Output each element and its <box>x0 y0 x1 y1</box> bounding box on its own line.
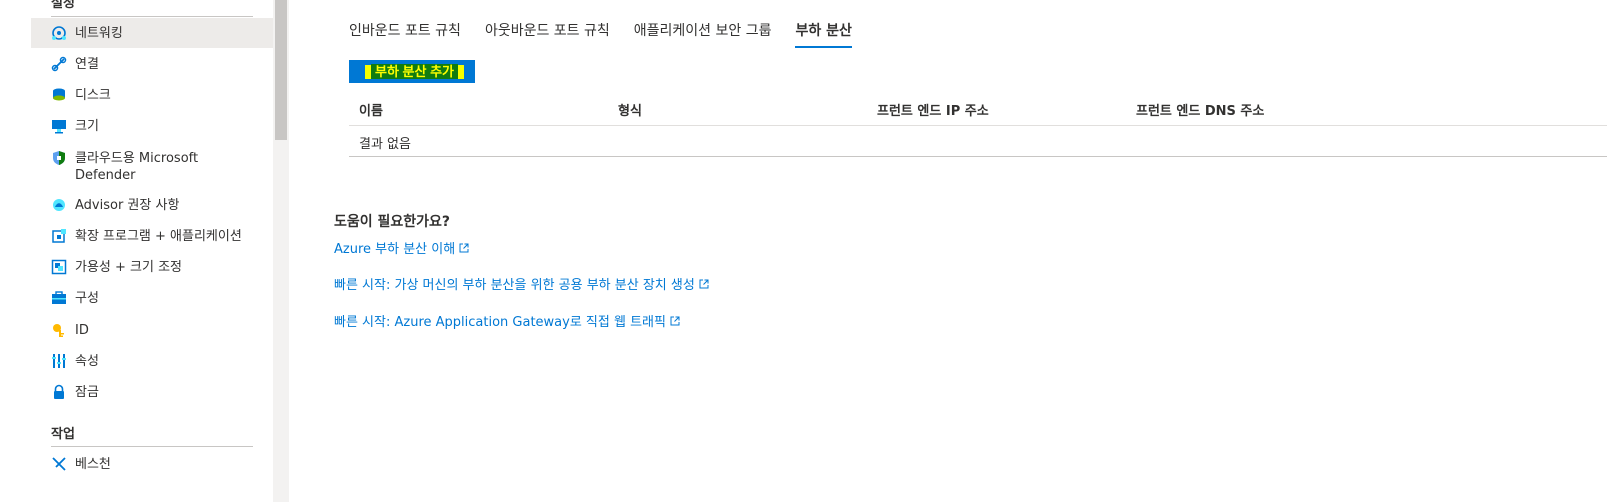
section-heading-operations: 작업 <box>51 427 75 442</box>
main-content: 인바운드 포트 규칙 아웃바운드 포트 규칙 애플리케이션 보안 그룹 부하 분… <box>289 0 1607 502</box>
sidebar-item-defender[interactable]: 클라우드용 Microsoft Defender <box>31 142 273 190</box>
section-heading-settings: 설정 <box>51 0 75 11</box>
help-title: 도움이 필요한가요? <box>334 214 451 230</box>
identity-icon <box>51 322 67 338</box>
tab-outbound-rules[interactable]: 아웃바운드 포트 규칙 <box>485 20 610 48</box>
sidebar-item-label: Advisor 권장 사항 <box>75 198 180 213</box>
sidebar-item-label: 연결 <box>75 57 99 72</box>
highlight-mark: 부하 분산 추가 <box>365 63 464 79</box>
help-link-understand-lb[interactable]: Azure 부하 분산 이해 <box>334 238 469 257</box>
help-link-public-lb-quickstart[interactable]: 빠른 시작: 가상 머신의 부하 분산을 위한 공용 부하 분산 장치 생성 <box>334 274 709 293</box>
sidebar-item-advisor[interactable]: Advisor 권장 사항 <box>31 190 273 220</box>
left-gutter <box>0 0 31 502</box>
table-row: 결과 없음 <box>349 126 1607 157</box>
column-header-type[interactable]: 형식 <box>618 100 642 119</box>
configuration-icon <box>51 290 67 306</box>
tab-bar: 인바운드 포트 규칙 아웃바운드 포트 규칙 애플리케이션 보안 그룹 부하 분… <box>349 20 852 48</box>
help-link-text: 빠른 시작: Azure Application Gateway로 직접 웹 트… <box>334 315 666 330</box>
sidebar-item-extensions[interactable]: 확장 프로그램 + 애플리케이션 <box>31 221 273 251</box>
tab-load-balancing[interactable]: 부하 분산 <box>795 20 852 48</box>
sidebar-item-label: 디스크 <box>75 88 111 103</box>
sidebar-item-identity[interactable]: ID <box>31 315 273 345</box>
empty-results-text: 결과 없음 <box>359 137 411 152</box>
sidebar-item-connect[interactable]: 연결 <box>31 49 273 79</box>
resource-menu: 설정 네트워킹 연결 디스크 크기 클라우드용 Microsoft Defende… <box>31 0 273 502</box>
availability-icon <box>51 259 67 275</box>
column-header-frontend-dns[interactable]: 프런트 엔드 DNS 주소 <box>1136 100 1264 119</box>
help-link-app-gateway-quickstart[interactable]: 빠른 시작: Azure Application Gateway로 직접 웹 트… <box>334 311 680 330</box>
advisor-icon <box>51 197 67 213</box>
sidebar-item-bastion[interactable]: 베스천 <box>31 449 273 479</box>
sidebar-item-label: ID <box>75 323 89 338</box>
section-divider <box>51 16 253 17</box>
sidebar-scrollbar[interactable] <box>273 0 289 502</box>
lock-icon <box>51 384 67 400</box>
external-link-icon <box>670 316 680 325</box>
extensions-icon <box>51 228 67 244</box>
sidebar-item-label: 속성 <box>75 354 99 369</box>
sidebar-item-disks[interactable]: 디스크 <box>31 80 273 110</box>
column-header-frontend-ip[interactable]: 프런트 엔드 IP 주소 <box>877 100 989 119</box>
networking-icon <box>51 25 67 41</box>
sidebar-item-size[interactable]: 크기 <box>31 111 273 141</box>
sidebar-item-label: 확장 프로그램 + 애플리케이션 <box>75 229 242 244</box>
sidebar-item-label: 가용성 + 크기 조정 <box>75 260 183 275</box>
sidebar-item-label: 구성 <box>75 291 99 306</box>
tab-inbound-rules[interactable]: 인바운드 포트 규칙 <box>349 20 461 48</box>
sidebar-item-label: 클라우드용 Microsoft <box>75 151 199 166</box>
sidebar-item-configuration[interactable]: 구성 <box>31 283 273 313</box>
disk-icon <box>51 87 67 103</box>
properties-icon <box>51 353 67 369</box>
help-link-text: 빠른 시작: 가상 머신의 부하 분산을 위한 공용 부하 분산 장치 생성 <box>334 278 695 293</box>
sidebar-item-label-line2: Defender <box>75 168 136 183</box>
table-header: 이름 형식 프런트 엔드 IP 주소 프런트 엔드 DNS 주소 <box>349 92 1607 126</box>
section-divider <box>51 446 253 447</box>
sidebar-item-locks[interactable]: 잠금 <box>31 377 273 407</box>
bastion-icon <box>51 456 67 472</box>
add-button-label: 부하 분산 추가 <box>371 63 458 79</box>
help-link-text: Azure 부하 분산 이해 <box>334 242 456 257</box>
external-link-icon <box>459 243 469 252</box>
sidebar-item-label: 크기 <box>75 119 99 134</box>
sidebar-item-availability[interactable]: 가용성 + 크기 조정 <box>31 252 273 282</box>
sidebar-item-label: 베스천 <box>75 457 111 472</box>
sidebar-item-properties[interactable]: 속성 <box>31 346 273 376</box>
tab-app-security-groups[interactable]: 애플리케이션 보안 그룹 <box>634 20 772 48</box>
sidebar-item-networking[interactable]: 네트워킹 <box>31 18 273 48</box>
add-load-balancing-button[interactable]: 부하 분산 추가 <box>349 60 475 83</box>
scrollbar-thumb[interactable] <box>275 0 287 140</box>
size-icon <box>51 118 67 134</box>
sidebar-item-label: 잠금 <box>75 385 99 400</box>
defender-icon <box>51 150 67 166</box>
sidebar-item-label: 네트워킹 <box>75 26 123 41</box>
external-link-icon <box>699 279 709 288</box>
connect-icon <box>51 56 67 72</box>
column-header-name[interactable]: 이름 <box>359 100 383 119</box>
load-balancer-table: 이름 형식 프런트 엔드 IP 주소 프런트 엔드 DNS 주소 결과 없음 <box>349 92 1607 157</box>
